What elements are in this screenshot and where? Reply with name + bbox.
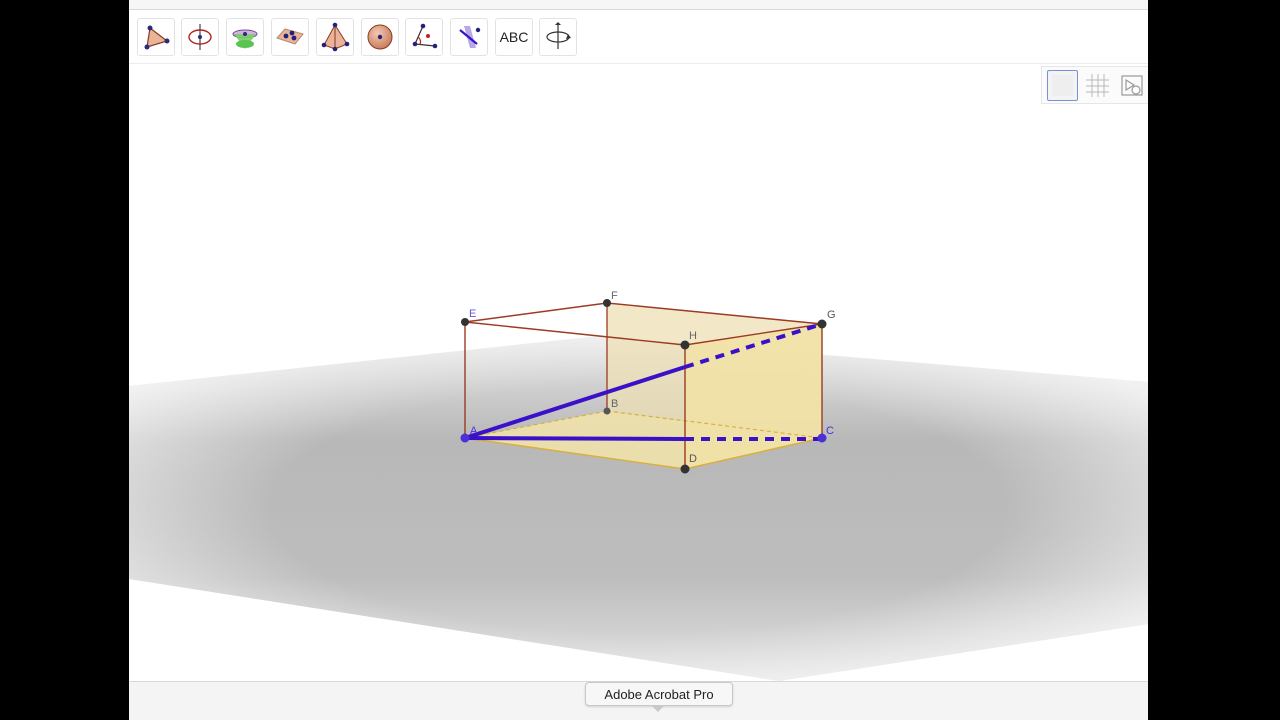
rotate-3d-view-tool[interactable]	[539, 18, 577, 56]
geogebra-3d-window: A B C A B C D E F G H	[129, 0, 1148, 720]
point-d[interactable]	[680, 464, 690, 474]
polygon-tool-icon	[144, 25, 170, 50]
label-a: A	[470, 425, 478, 437]
rotate-3d-view-tool-icon	[546, 22, 571, 49]
top-menu-strip	[129, 0, 1148, 10]
dock-tooltip-text: Adobe Acrobat Pro	[604, 686, 714, 702]
point-g[interactable]	[817, 319, 827, 329]
plane-through-points-tool-icon	[276, 28, 304, 45]
reflect-about-plane-tool-icon	[459, 26, 481, 48]
diagonal-ac-visible	[464, 436, 686, 441]
sphere-tool[interactable]	[361, 18, 399, 56]
dock-tooltip-arrow	[652, 706, 664, 712]
pyramid-tool-icon	[321, 22, 350, 52]
polygon-tool[interactable]	[137, 18, 175, 56]
point-b[interactable]	[603, 407, 611, 415]
angle-tool[interactable]	[405, 18, 443, 56]
label-e: E	[469, 308, 476, 320]
3d-graphics-view[interactable]: A B C D E F G H	[129, 64, 1148, 681]
label-h: H	[689, 330, 697, 342]
rotate-around-line-tool-icon	[188, 24, 212, 50]
point-a[interactable]	[460, 433, 470, 443]
dock-tooltip: Adobe Acrobat Pro	[585, 682, 733, 706]
sphere-tool-icon	[367, 24, 393, 50]
label-g: G	[827, 309, 836, 321]
text-tool-label: ABC	[499, 29, 529, 45]
label-b: B	[611, 398, 618, 410]
cone-tool[interactable]	[226, 18, 264, 56]
label-f: F	[611, 290, 618, 302]
plane-through-points-tool[interactable]	[271, 18, 309, 56]
label-d: D	[689, 453, 697, 465]
cone-tool-icon	[232, 29, 258, 49]
point-e[interactable]	[461, 318, 469, 326]
reflect-about-plane-tool[interactable]	[450, 18, 488, 56]
point-f[interactable]	[603, 299, 611, 307]
pyramid-tool[interactable]	[316, 18, 354, 56]
toolbar: ABC	[129, 10, 1148, 64]
angle-tool-icon	[412, 23, 438, 49]
label-c: C	[826, 425, 834, 437]
text-tool[interactable]: ABC	[495, 18, 533, 56]
rotate-around-line-tool[interactable]	[181, 18, 219, 56]
